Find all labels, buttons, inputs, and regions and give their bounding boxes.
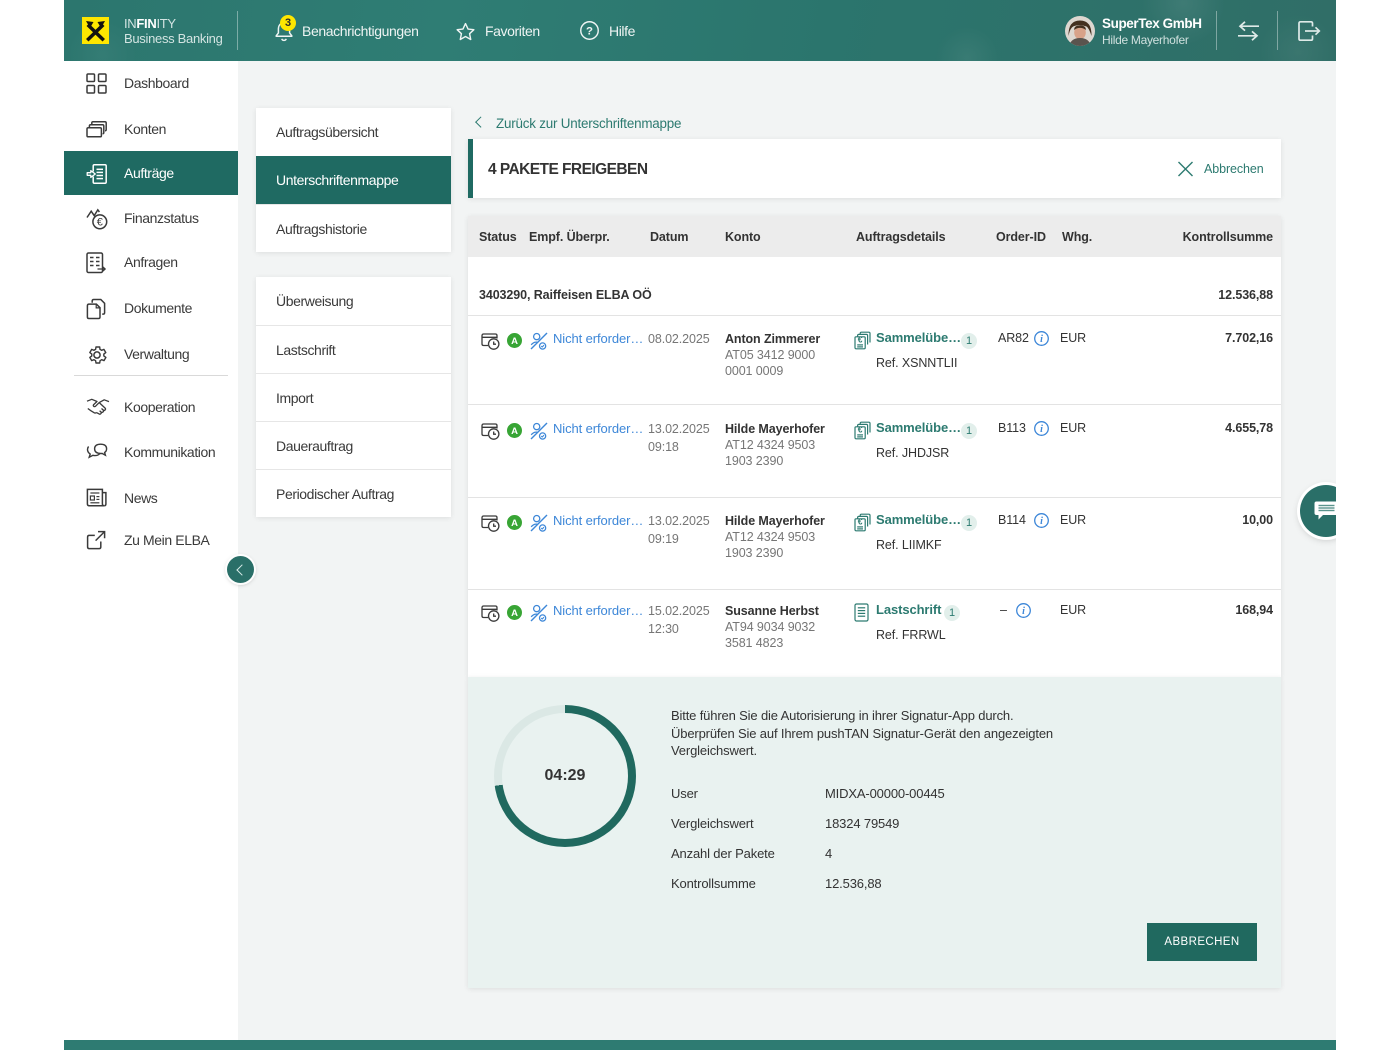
svg-text:A: A (511, 426, 518, 437)
svg-text:€: € (858, 425, 863, 435)
svg-text:A: A (511, 336, 518, 347)
svg-text:i: i (1040, 516, 1043, 527)
svg-text:?: ? (586, 25, 593, 37)
svg-text:A: A (511, 608, 518, 619)
svg-text:i: i (1040, 334, 1043, 345)
svg-text:€: € (858, 517, 863, 527)
svg-text:i: i (1040, 424, 1043, 435)
svg-text:A: A (511, 518, 518, 529)
svg-text:€: € (858, 335, 863, 345)
svg-text:i: i (1022, 606, 1025, 617)
svg-text:€: € (97, 217, 103, 229)
